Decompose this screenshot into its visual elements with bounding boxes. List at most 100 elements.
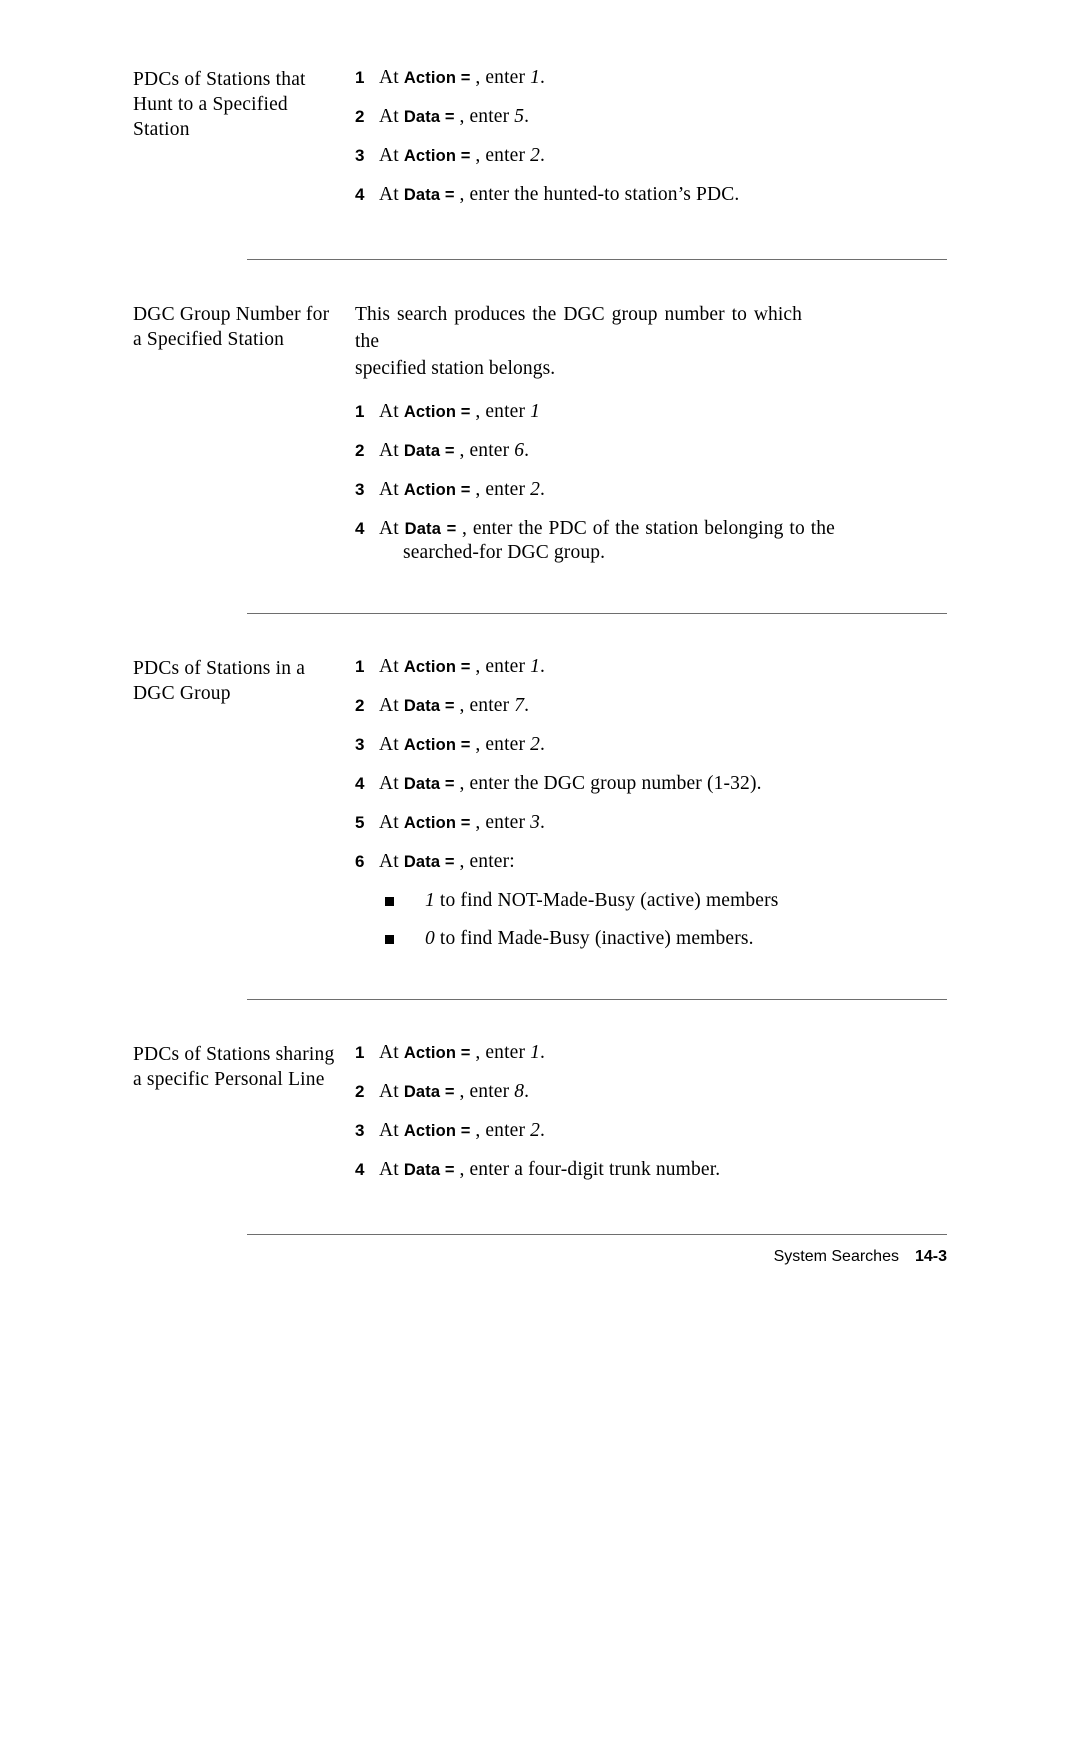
- step-number: 2: [355, 441, 365, 460]
- step-prefix: At: [379, 440, 404, 461]
- step-prefix: At: [379, 1159, 404, 1180]
- step-item: 2 At Data = , enter 8.: [355, 1080, 947, 1104]
- step-number: 4: [355, 1160, 365, 1179]
- step-prefix: At: [379, 1042, 404, 1063]
- step-prefix: At: [379, 1081, 404, 1102]
- step-keyword: Data =: [403, 186, 460, 204]
- section-body: PDCs of Stations that Hunt to a Specifie…: [133, 66, 947, 207]
- step-item: 3 At Action = , enter 2.: [355, 1119, 947, 1143]
- section-heading: PDCs of Stations that Hunt to a Specifie…: [133, 66, 348, 142]
- heading-line: PDCs of Stations sharing: [133, 1044, 335, 1065]
- step-keyword: Action =: [403, 69, 476, 87]
- heading-line: Station: [133, 119, 190, 140]
- section-heading: PDCs of Stations in a DGC Group: [133, 655, 348, 706]
- step-number: 2: [355, 107, 365, 126]
- step-after: .: [540, 67, 546, 88]
- step-number: 1: [355, 402, 365, 421]
- section-dgc-group-number: DGC Group Number for a Specified Station…: [133, 301, 947, 655]
- step-tail: , enter the PDC of the station belonging…: [461, 518, 835, 539]
- step-list: 1 At Action = , enter 1. 2 At Data = , ent…: [348, 66, 947, 207]
- step-value: 7: [514, 695, 525, 716]
- step-value: 2: [530, 1120, 541, 1141]
- step-prefix: At: [379, 145, 404, 166]
- step-tail: , enter: [475, 1042, 531, 1063]
- step-number: 3: [355, 480, 365, 499]
- step-number: 1: [355, 657, 365, 676]
- step-list: This search produces the DGC group numbe…: [348, 301, 947, 565]
- section-pdcs-in-dgc-group: PDCs of Stations in a DGC Group 1 At Acti…: [133, 655, 947, 1041]
- step-item: 6 At Data = , enter:: [355, 850, 947, 874]
- step-item: 1 At Action = , enter 1: [355, 400, 947, 424]
- step-tail: , enter: [475, 734, 531, 755]
- step-number: 1: [355, 68, 365, 87]
- step-number: 4: [355, 774, 365, 793]
- step-number: 1: [355, 1043, 365, 1062]
- step-item: 3 At Action = , enter 2.: [355, 144, 947, 168]
- step-prefix: At: [379, 851, 404, 872]
- step-tail: , enter: [475, 67, 531, 88]
- page-number: 14-3: [914, 1248, 947, 1265]
- step-keyword: Data =: [403, 853, 460, 871]
- step-line: At Data = , enter the PDC of the station…: [379, 517, 835, 541]
- step-value: 3: [530, 812, 541, 833]
- heading-line: Hunt to a Specified: [133, 94, 288, 115]
- step-keyword: Action =: [403, 1122, 476, 1140]
- step-item: 1 At Action = , enter 1.: [355, 66, 947, 90]
- step-prefix: At: [379, 401, 404, 422]
- step-tail: , enter: [475, 812, 531, 833]
- step-item: 2 At Data = , enter 5.: [355, 105, 947, 129]
- step-after: .: [524, 106, 530, 127]
- step-after: .: [540, 1042, 546, 1063]
- step-after: .: [540, 812, 546, 833]
- step-value: 1: [530, 656, 541, 677]
- step-keyword: Data =: [403, 108, 460, 126]
- step-item: 3 At Action = , enter 2.: [355, 733, 947, 757]
- page-footer: System Searches 14-3: [0, 1248, 947, 1266]
- heading-line: PDCs of Stations that: [133, 69, 306, 90]
- step-keyword: Action =: [403, 147, 476, 165]
- step-item: 3 At Action = , enter 2.: [355, 478, 947, 502]
- step-keyword: Data =: [403, 697, 460, 715]
- step-list: 1 At Action = , enter 1. 2 At Data = , ent…: [348, 1041, 947, 1182]
- step-tail: , enter: [475, 1120, 531, 1141]
- step-value: 8: [514, 1081, 525, 1102]
- step-tail: , enter the hunted-to station’s PDC.: [459, 184, 740, 205]
- step-value: 2: [530, 145, 541, 166]
- bullet-item: 1 to find NOT-Made-Busy (active) members: [363, 889, 947, 913]
- step-prefix: At: [379, 734, 404, 755]
- step-prefix: At: [379, 518, 405, 539]
- step-after: .: [524, 1081, 530, 1102]
- step-number: 2: [355, 696, 365, 715]
- step-prefix: At: [379, 695, 404, 716]
- bullet-value: 1: [425, 890, 435, 911]
- step-tail: , enter: [475, 401, 531, 422]
- heading-line: PDCs of Stations in a: [133, 658, 306, 679]
- step-tail: , enter: [475, 656, 531, 677]
- section-heading: DGC Group Number for a Specified Station: [133, 301, 348, 352]
- step-tail: , enter: [459, 695, 515, 716]
- step-prefix: At: [379, 67, 404, 88]
- step-prefix: At: [379, 184, 404, 205]
- section-pdcs-hunt-to-station: PDCs of Stations that Hunt to a Specifie…: [133, 66, 947, 301]
- step-keyword: Data =: [403, 775, 460, 793]
- square-bullet-icon: [385, 935, 394, 944]
- step-after: .: [524, 695, 530, 716]
- step-prefix: At: [379, 479, 404, 500]
- step-number: 2: [355, 1082, 365, 1101]
- step-value: 1: [530, 1042, 541, 1063]
- step-keyword: Data =: [403, 1161, 460, 1179]
- step-item: 4 At Data = , enter a four-digit trunk nu…: [355, 1158, 947, 1182]
- square-bullet-icon: [385, 897, 394, 906]
- step-tail: , enter: [459, 440, 515, 461]
- step-after: .: [524, 440, 530, 461]
- step-tail: , enter:: [459, 851, 515, 872]
- step-keyword: Data =: [404, 520, 462, 538]
- step-number: 3: [355, 735, 365, 754]
- page-content: PDCs of Stations that Hunt to a Specifie…: [133, 66, 947, 1235]
- step-value: 2: [530, 734, 541, 755]
- step-tail: , enter a four-digit trunk number.: [459, 1159, 721, 1180]
- section-body: DGC Group Number for a Specified Station…: [133, 301, 947, 565]
- bullet-list: 1 to find NOT-Made-Busy (active) members…: [363, 889, 947, 951]
- step-prefix: At: [379, 812, 404, 833]
- step-keyword: Action =: [403, 403, 476, 421]
